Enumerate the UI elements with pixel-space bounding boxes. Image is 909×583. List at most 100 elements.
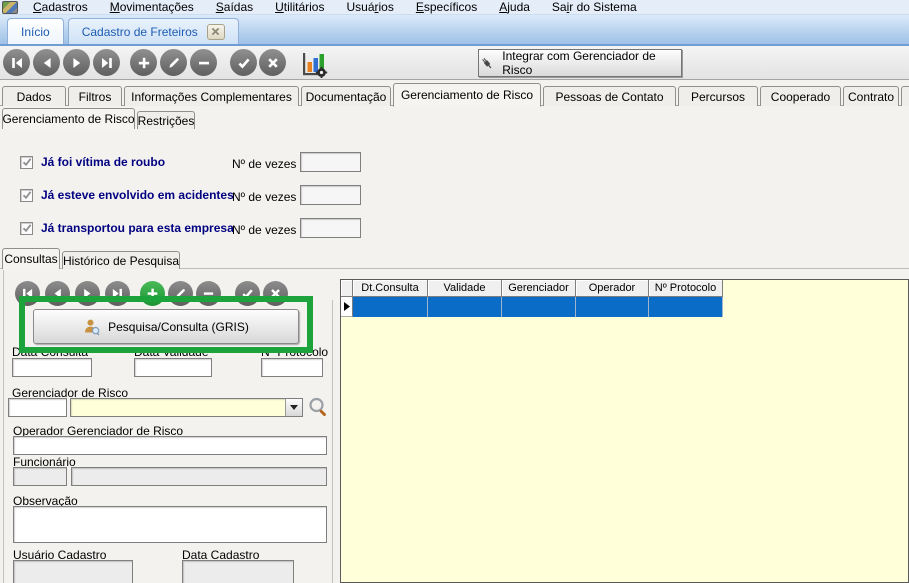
search-magnifier-icon[interactable] — [307, 396, 330, 419]
times-input-2[interactable] — [300, 185, 361, 205]
grid-col-gerenciador[interactable]: Gerenciador — [502, 280, 576, 297]
consult-next-record-button[interactable] — [75, 281, 100, 306]
next-record-icon — [70, 56, 84, 70]
window-tab-inicio[interactable]: Início — [7, 18, 64, 44]
row-indicator-icon — [344, 302, 350, 311]
tab-dados[interactable]: Dados — [2, 86, 66, 106]
grid-col-num-protocolo[interactable]: Nº Protocolo — [649, 280, 723, 297]
check-row-acidentes: Já esteve envolvido em acidentes — [20, 188, 234, 202]
tab-gerenciamento-de-risco[interactable]: Gerenciamento de Risco — [393, 83, 541, 107]
menu-item-cadastros[interactable]: Cadastros — [22, 0, 99, 15]
pencil-icon — [174, 287, 187, 300]
menu-item-usuarios[interactable]: Usuários — [335, 0, 404, 15]
tab-filtros[interactable]: Filtros — [68, 86, 122, 106]
consult-confirm-button[interactable] — [235, 281, 260, 306]
minus-icon — [202, 287, 215, 300]
subtab-gerenciamento-de-risco[interactable]: Gerenciamento de Risco — [2, 108, 135, 129]
tab-pessoas-de-contato[interactable]: Pessoas de Contato — [543, 86, 676, 106]
consult-add-record-button[interactable] — [140, 281, 165, 306]
consult-edit-record-button[interactable] — [168, 281, 193, 306]
grid-cell[interactable] — [353, 297, 428, 317]
operador-input[interactable] — [13, 436, 327, 455]
data-consulta-input[interactable] — [12, 358, 92, 377]
menu-item-saidas[interactable]: Saídas — [205, 0, 264, 15]
menu-item-especificos[interactable]: Específicos — [405, 0, 488, 15]
checkbox-transportou[interactable] — [20, 222, 33, 235]
previous-record-button[interactable] — [33, 49, 60, 76]
delete-record-button[interactable] — [190, 49, 217, 76]
consult-previous-record-button[interactable] — [45, 281, 70, 306]
edit-record-button[interactable] — [160, 49, 187, 76]
gerenciador-combo[interactable] — [70, 398, 303, 417]
record-toolbar: Integrar com Gerenciador de Risco — [0, 46, 909, 80]
data-validade-input[interactable] — [134, 358, 212, 377]
app-icon — [2, 1, 18, 14]
previous-record-icon — [40, 56, 54, 70]
grid-cell[interactable] — [649, 297, 723, 317]
grid-col-dt-consulta[interactable]: Dt.Consulta — [353, 280, 428, 297]
menu-item-sair-do-sistema[interactable]: Sair do Sistema — [541, 0, 648, 15]
consult-cancel-button[interactable] — [263, 281, 288, 306]
data-validade-label: Data Validade — [134, 345, 209, 359]
last-record-icon — [100, 56, 114, 70]
menu-item-utilitarios[interactable]: Utilitários — [264, 0, 335, 15]
gerenciador-codigo-input[interactable] — [8, 398, 67, 417]
x-icon — [269, 287, 282, 300]
num-protocolo-input[interactable] — [261, 358, 323, 377]
add-record-button[interactable] — [130, 49, 157, 76]
tab-documentacao[interactable]: Documentação — [301, 86, 391, 106]
consult-delete-record-button[interactable] — [196, 281, 221, 306]
menu-bar: Cadastros Movimentações Saídas Utilitári… — [0, 0, 909, 15]
integrate-button-label: Integrar com Gerenciador de Risco — [502, 49, 681, 77]
funcionario-codigo-input[interactable] — [13, 467, 67, 486]
next-record-icon — [81, 287, 94, 300]
consultas-grid[interactable]: Dt.Consulta Validade Gerenciador Operado… — [340, 279, 909, 583]
tab-informacoes-complementares[interactable]: Informações Complementares — [124, 86, 299, 106]
tab-consultas[interactable]: Consultas — [2, 248, 60, 269]
grid-col-validade[interactable]: Validade — [428, 280, 502, 297]
bar-chart-gear-icon — [299, 48, 329, 78]
pencil-icon — [167, 56, 181, 70]
plug-icon — [479, 55, 495, 72]
integrate-risk-manager-button[interactable]: Integrar com Gerenciador de Risco — [478, 49, 682, 77]
tab-partial-clipped[interactable]: M — [901, 86, 909, 106]
times-label-3: Nº de vezes — [232, 223, 296, 237]
checkbox-vitima-roubo[interactable] — [20, 156, 33, 169]
chevron-down-icon — [290, 405, 298, 410]
pesquisa-consulta-gris-button[interactable]: Pesquisa/Consulta (GRIS) — [33, 309, 299, 344]
times-input-1[interactable] — [300, 152, 361, 172]
tab-contrato[interactable]: Contrato — [843, 86, 899, 106]
menu-item-ajuda[interactable]: Ajuda — [488, 0, 541, 15]
cancel-button[interactable] — [259, 49, 286, 76]
observacao-textarea[interactable] — [13, 506, 327, 543]
funcionario-nome-input[interactable] — [71, 467, 327, 486]
checkbox-acidentes[interactable] — [20, 189, 33, 202]
last-record-button[interactable] — [93, 49, 120, 76]
chart-report-button[interactable] — [299, 48, 329, 78]
menu-item-movimentacoes[interactable]: Movimentações — [99, 0, 205, 15]
window-tab-cadastro-freteiros[interactable]: Cadastro de Freteiros — [68, 18, 239, 44]
tab-historico-de-pesquisa[interactable]: Histórico de Pesquisa — [62, 251, 180, 269]
close-tab-icon[interactable] — [207, 24, 225, 40]
grid-cell[interactable] — [502, 297, 576, 317]
grid-col-operador[interactable]: Operador — [576, 280, 649, 297]
tab-cooperado[interactable]: Cooperado — [760, 86, 841, 106]
check-row-transportou: Já transportou para esta empresa — [20, 221, 234, 235]
subtab-restricoes[interactable]: Restrições — [137, 111, 195, 129]
usuario-cadastro-input[interactable] — [13, 560, 133, 583]
next-record-button[interactable] — [63, 49, 90, 76]
minus-icon — [197, 56, 211, 70]
check-row-vitima-roubo: Já foi vítima de roubo — [20, 155, 165, 169]
first-record-button[interactable] — [3, 49, 30, 76]
grid-cell[interactable] — [428, 297, 502, 317]
consult-first-record-button[interactable] — [15, 281, 40, 306]
combo-dropdown-button[interactable] — [285, 399, 302, 416]
data-cadastro-input[interactable] — [182, 560, 294, 583]
grid-selected-row[interactable] — [341, 297, 908, 317]
times-input-3[interactable] — [300, 218, 361, 238]
tab-percursos[interactable]: Percursos — [678, 86, 758, 106]
consult-last-record-button[interactable] — [105, 281, 130, 306]
main-tab-bar: Dados Filtros Informações Complementares… — [2, 82, 909, 106]
grid-cell[interactable] — [576, 297, 649, 317]
confirm-button[interactable] — [230, 49, 257, 76]
